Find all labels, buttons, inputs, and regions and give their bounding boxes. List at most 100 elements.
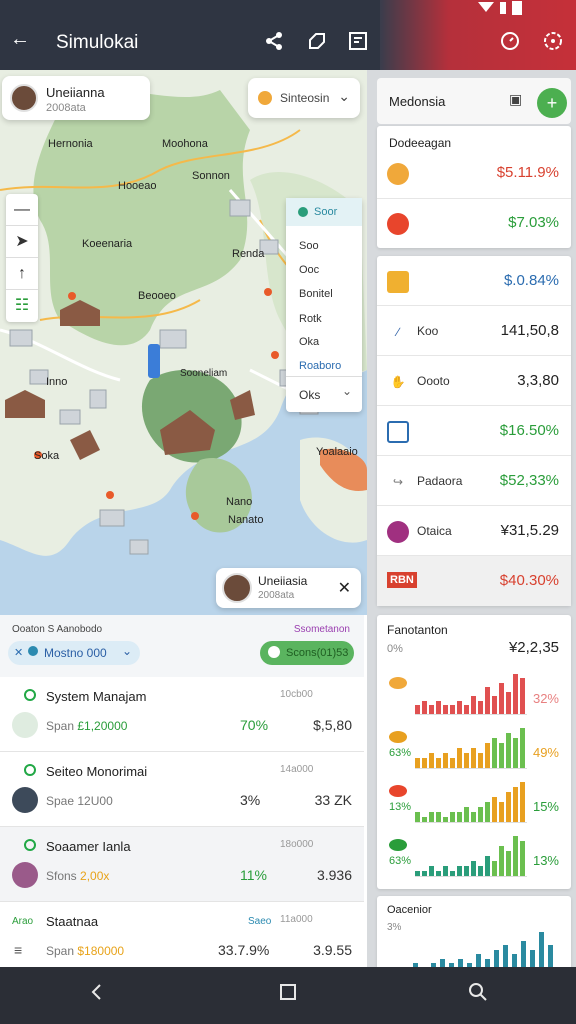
bar — [520, 841, 525, 876]
user-chip-bottom[interactable]: Uneiiasia 2008ata ✕ — [216, 568, 361, 608]
briefcase-icon[interactable]: ▣ — [509, 91, 522, 108]
stat-label: Oooto — [417, 374, 450, 388]
coin-icon — [387, 521, 409, 543]
nav-home-icon[interactable] — [273, 981, 303, 1009]
bar — [506, 851, 511, 876]
bar — [492, 797, 497, 822]
stat-row[interactable]: ✋ Oooto 3,3,80 — [377, 356, 571, 406]
stat-row[interactable]: ↪ Padaora $52,33% — [377, 456, 571, 506]
layers-menu: Soor Soo Ooc Bonitel Rotk Oka Roaboro Ok… — [286, 198, 362, 412]
search-chip[interactable]: Sinteosin ⌄ — [248, 78, 360, 118]
chart-icon — [387, 271, 409, 293]
map-label: Hooeao — [118, 180, 157, 192]
filter-dropdown[interactable]: ✕ Mostno 000 ⌄ — [8, 641, 140, 665]
list-item[interactable]: Seiteo Monorimai Spae 12U00 14a000 3% 33… — [0, 752, 364, 827]
bar — [422, 758, 427, 768]
user-name: Uneiiasia — [258, 574, 308, 588]
bookmark-icon[interactable] — [344, 30, 372, 58]
map-label: Nanato — [228, 514, 264, 526]
bar — [513, 836, 518, 876]
layer-item[interactable]: Bonitel — [299, 288, 333, 300]
panel-link[interactable]: Ssometanon — [294, 624, 350, 635]
item-name: Staatnaa — [46, 914, 99, 929]
stat-row[interactable]: $7.03% — [377, 198, 571, 248]
category-icon — [389, 731, 407, 743]
expand-icon[interactable] — [303, 30, 331, 58]
stat-row[interactable]: $16.50% — [377, 406, 571, 456]
stat-row[interactable]: Otaica ¥31,5.29 — [377, 506, 571, 556]
trend-percent: 32% — [532, 691, 559, 706]
stat-row[interactable]: $.0.84% — [377, 256, 571, 306]
card-title: Oacenior — [387, 904, 432, 916]
navigate-icon[interactable]: ➤ — [6, 226, 38, 258]
item-time: 10cb00 — [280, 689, 313, 700]
layer-item[interactable]: Roaboro — [299, 360, 341, 372]
filter-pill[interactable]: Scons(01)53 — [260, 641, 354, 665]
category-icon — [389, 785, 407, 797]
hand-icon: ✋ — [390, 375, 406, 389]
layer-item[interactable]: Rotk — [299, 313, 322, 325]
bar — [471, 696, 476, 714]
north-arrow-icon[interactable]: ↑ — [6, 258, 38, 290]
bar — [492, 696, 497, 714]
layers-icon[interactable]: ☷ — [6, 290, 38, 322]
bar — [464, 807, 469, 822]
shield-icon — [268, 646, 280, 658]
stat-row[interactable]: $5.11.9% — [377, 148, 571, 198]
map-controls: — ➤ ↑ ☷ — [6, 194, 38, 322]
layer-item[interactable]: Oka — [299, 336, 319, 348]
item-percent: 33.7.9% — [218, 942, 270, 958]
sun-icon — [387, 163, 409, 185]
bar — [415, 812, 420, 822]
nav-search-icon[interactable] — [463, 981, 493, 1009]
item-amount: $,5,80 — [313, 717, 352, 733]
item-name: Soaamer Ianla — [46, 839, 131, 854]
stat-value: $52,33% — [499, 472, 559, 489]
stat-row[interactable]: ∕ Koo 141,50,8 — [377, 306, 571, 356]
bar — [443, 866, 448, 876]
item-name: Seiteo Monorimai — [46, 764, 148, 779]
list-item[interactable]: Soaamer Ianla Sfons 2,00x 18o000 11% 3.9… — [0, 827, 364, 902]
layers-header-label: Soor — [314, 206, 338, 218]
trend-row[interactable]: 13% 15% — [377, 779, 571, 829]
bar — [436, 701, 441, 714]
stat-row[interactable]: RBN $40.30% — [377, 556, 571, 606]
nav-back-icon[interactable] — [82, 981, 112, 1009]
item-span: Span £1,20000 — [46, 719, 128, 733]
trend-left-label: 13% — [389, 801, 412, 813]
stat-value: 141,50,8 — [500, 322, 559, 339]
map-view[interactable]: Hernonia Moohona Hooeao Sonnon Koeenaria… — [0, 70, 367, 615]
chevron-down-icon: ⌄ — [338, 88, 350, 104]
trend-icon: ∕ — [396, 325, 399, 339]
bar — [464, 866, 469, 876]
trend-row[interactable]: 63% 49% — [377, 725, 571, 775]
map-label: Nano — [226, 496, 253, 508]
close-icon[interactable]: ✕ — [338, 578, 351, 598]
layer-item[interactable]: Ooc — [299, 264, 319, 276]
settings-icon[interactable] — [539, 30, 567, 58]
trend-bars — [415, 671, 527, 715]
add-button[interactable]: + — [537, 88, 567, 118]
zoom-out-icon[interactable]: — — [6, 194, 38, 226]
trend-row[interactable]: 63% 13% — [377, 833, 571, 883]
chevron-down-icon: ⌄ — [121, 644, 132, 658]
clock-icon[interactable] — [496, 30, 524, 58]
list-item[interactable]: Arao Staatnaa Saeo ≡ Span $180000 11a000… — [0, 902, 364, 977]
layer-item[interactable]: Soo — [299, 240, 319, 252]
trend-bars — [415, 833, 527, 877]
layer-item[interactable]: Oks — [299, 388, 320, 402]
bar — [520, 782, 525, 822]
trend-row[interactable]: 32% — [377, 671, 571, 721]
item-icon — [12, 712, 38, 738]
share-icon[interactable] — [260, 30, 288, 58]
map-label: Inno — [46, 376, 68, 388]
list-item[interactable]: System Manajam Span £1,20000 10cb00 70% … — [0, 677, 364, 752]
bar — [499, 743, 504, 768]
user-chip[interactable]: Uneiianna 2008ata — [2, 76, 150, 120]
panel-title: Ooaton S Aanobodo — [12, 624, 103, 635]
location-icon — [258, 91, 272, 105]
back-arrow-icon[interactable]: ← — [6, 28, 34, 51]
bar — [499, 683, 504, 714]
trend-left-label: 63% — [389, 747, 412, 759]
bar — [513, 787, 518, 822]
